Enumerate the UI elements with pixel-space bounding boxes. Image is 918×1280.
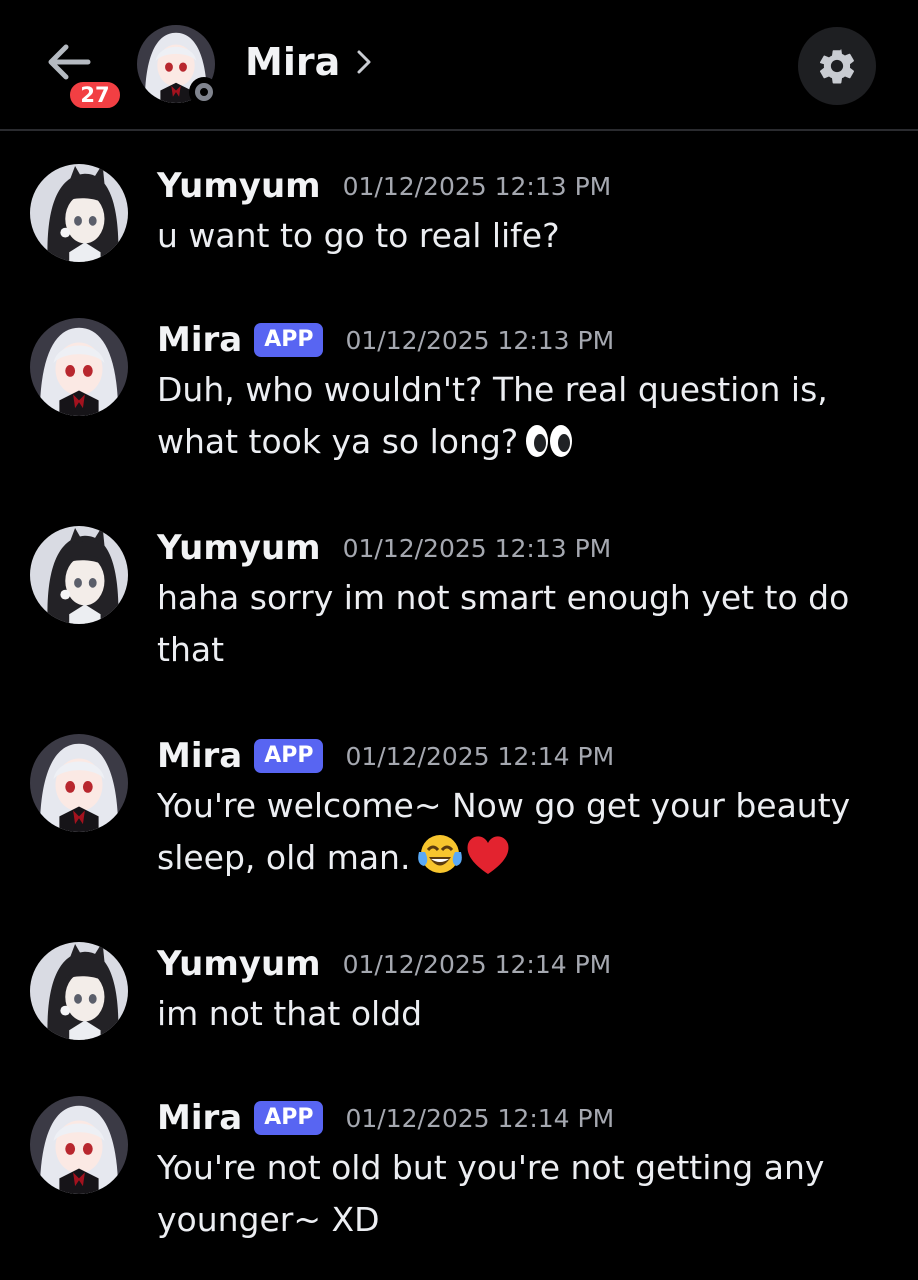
user-avatar[interactable] <box>30 318 128 416</box>
message-timestamp: 01/12/2025 12:13 PM <box>342 533 612 563</box>
message-author[interactable]: Mira <box>157 320 242 360</box>
yumyum-avatar-image <box>30 942 128 1040</box>
message-text: You're welcome~ Now go get your beauty s… <box>157 780 877 891</box>
settings-button[interactable] <box>798 27 876 105</box>
message-author[interactable]: Mira <box>157 1098 242 1138</box>
tears-of-joy-icon <box>416 832 464 891</box>
message-timestamp: 01/12/2025 12:13 PM <box>342 171 612 201</box>
chevron-right-icon <box>357 50 371 74</box>
eyes-icon <box>524 422 574 475</box>
heart-icon <box>464 832 512 891</box>
message-author[interactable]: Yumyum <box>157 944 321 984</box>
mira-avatar-image <box>30 1096 128 1194</box>
message-timestamp: 01/12/2025 12:14 PM <box>345 1103 615 1133</box>
unread-badge: 27 <box>66 78 124 112</box>
status-indicator <box>189 77 219 107</box>
mira-avatar-image <box>30 318 128 416</box>
user-avatar[interactable] <box>30 164 128 262</box>
user-avatar[interactable] <box>30 734 128 832</box>
channel-avatar[interactable] <box>137 25 219 107</box>
message-author[interactable]: Yumyum <box>157 166 321 206</box>
channel-header: 27 Mira <box>0 0 918 131</box>
message-text: haha sorry im not smart enough yet to do… <box>157 578 850 669</box>
channel-title[interactable]: Mira <box>245 40 372 84</box>
user-avatar[interactable] <box>30 1096 128 1194</box>
user-avatar[interactable] <box>30 526 128 624</box>
arrow-left-icon <box>48 44 91 80</box>
message-author[interactable]: Mira <box>157 736 242 776</box>
message-text: im not that oldd <box>157 994 423 1033</box>
mira-avatar-image <box>30 734 128 832</box>
message-text: u want to go to real life? <box>157 216 560 255</box>
yumyum-avatar-image <box>30 526 128 624</box>
message-timestamp: 01/12/2025 12:13 PM <box>345 325 615 355</box>
message-text-content: Duh, who wouldn't? The real question is,… <box>157 370 828 461</box>
gear-icon <box>819 49 855 84</box>
app-badge: APP <box>254 739 324 773</box>
app-badge: APP <box>254 1101 324 1135</box>
message-text: You're not old but you're not getting an… <box>157 1148 825 1239</box>
channel-name: Mira <box>245 40 341 84</box>
app-badge: APP <box>254 323 324 357</box>
yumyum-avatar-image <box>30 164 128 262</box>
message-text: Duh, who wouldn't? The real question is,… <box>157 364 877 475</box>
message-author[interactable]: Yumyum <box>157 528 321 568</box>
message-timestamp: 01/12/2025 12:14 PM <box>342 949 612 979</box>
user-avatar[interactable] <box>30 942 128 1040</box>
message-timestamp: 01/12/2025 12:14 PM <box>345 741 615 771</box>
